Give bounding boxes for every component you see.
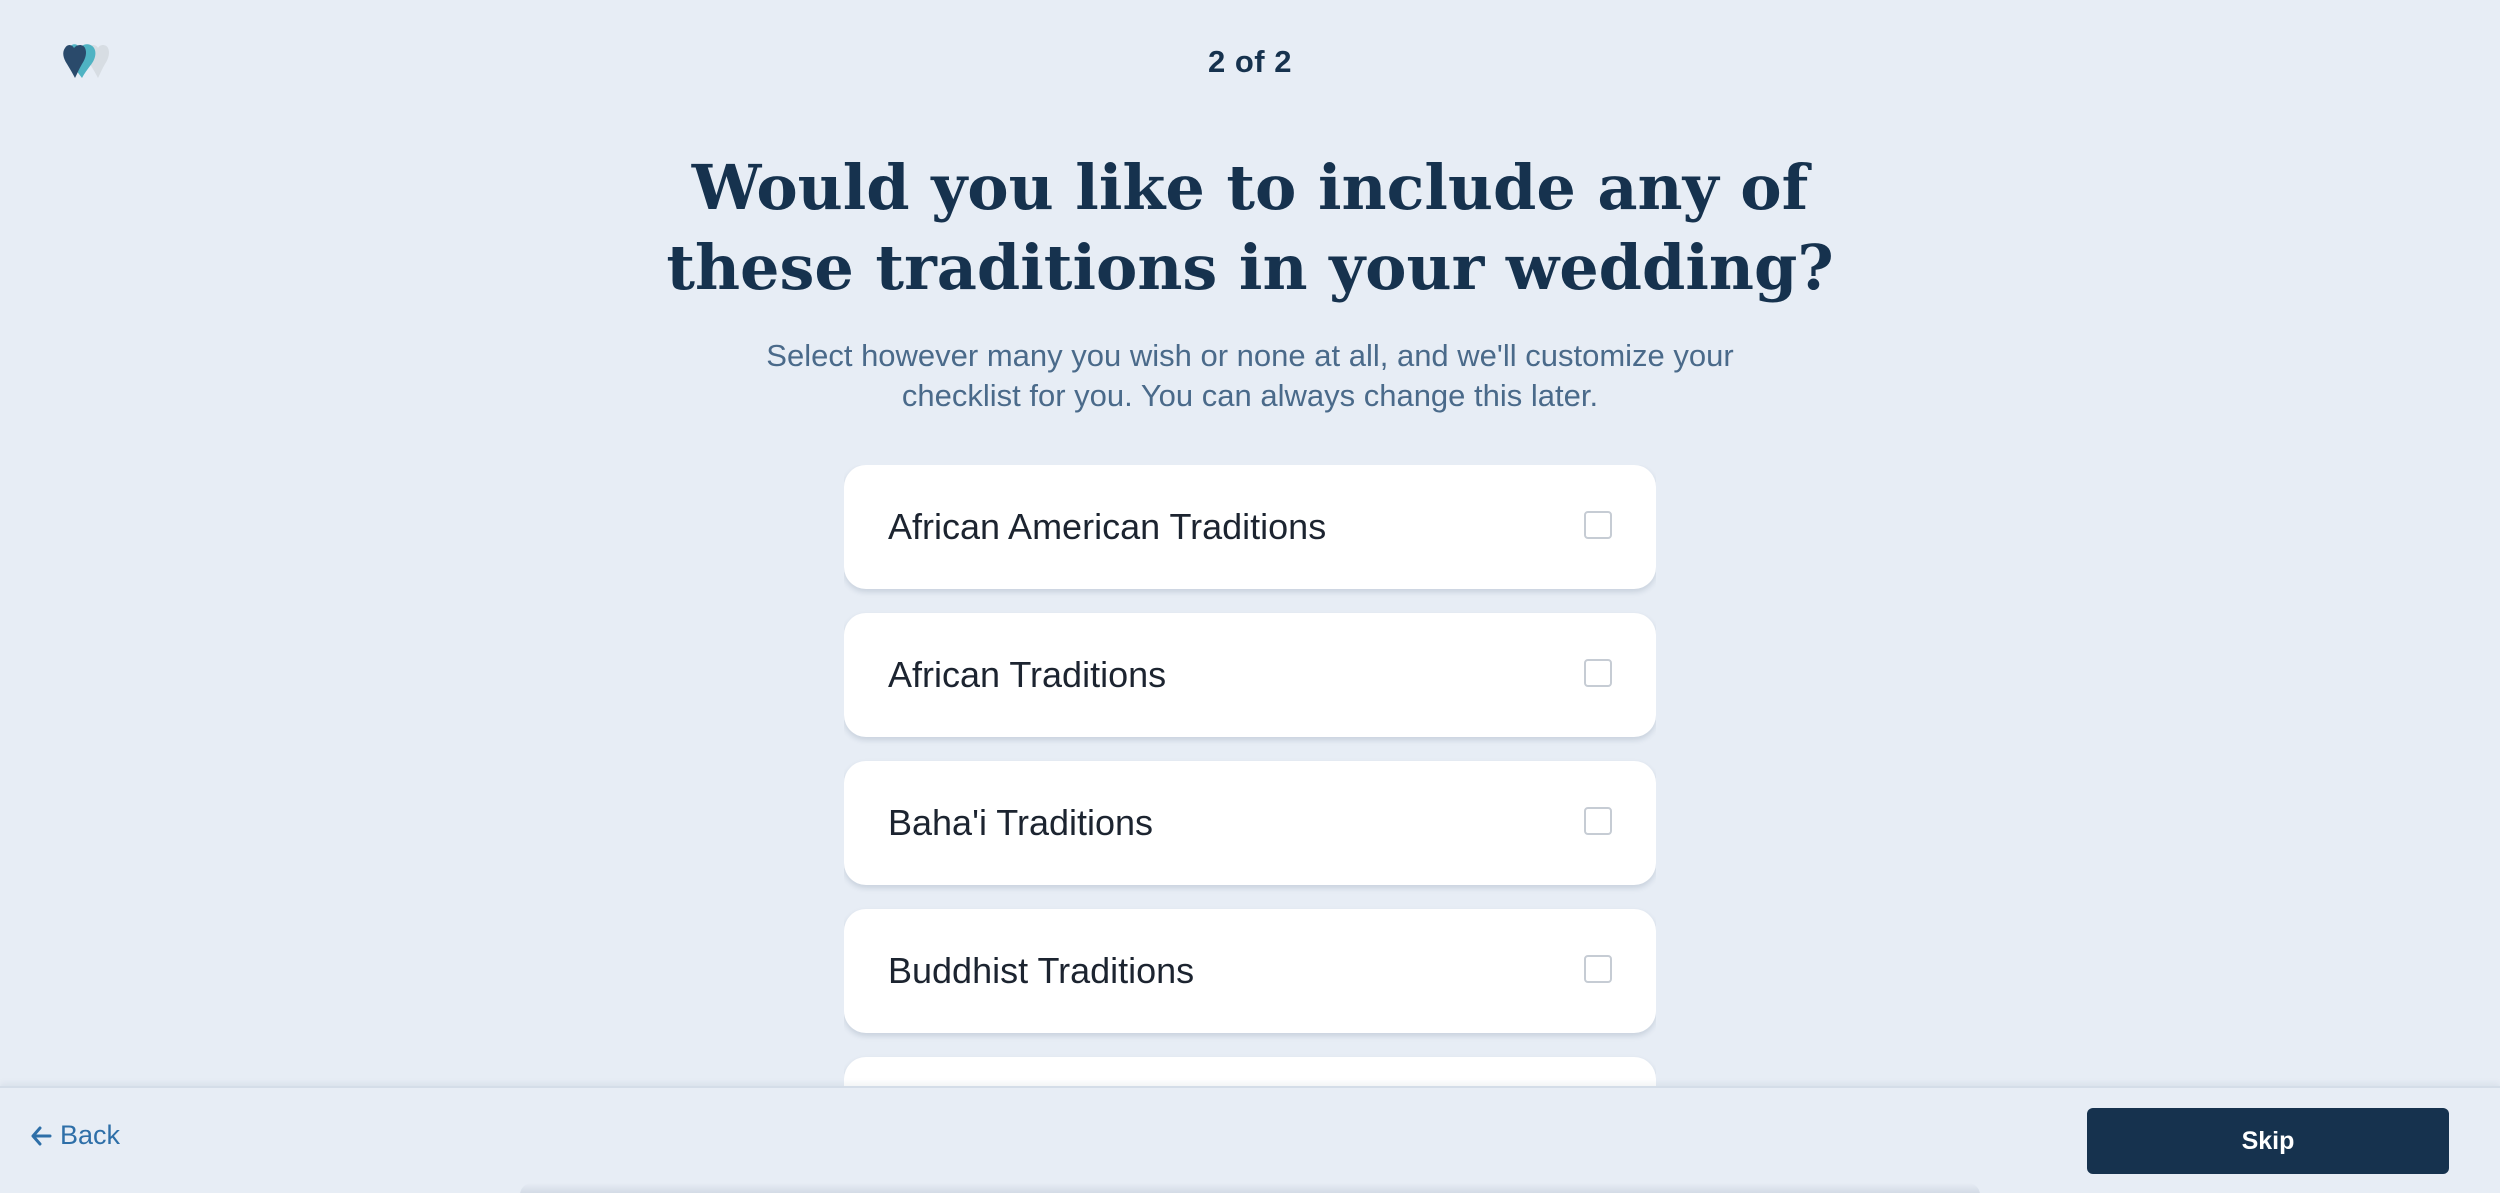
option-label: African American Traditions [888,506,1327,547]
checkbox[interactable] [1584,659,1612,687]
skip-button[interactable]: Skip [2087,1108,2449,1174]
option-label: Buddhist Traditions [888,950,1195,991]
option-label: African Traditions [888,654,1167,695]
progress-indicator: 2 of 2 [1208,44,1292,79]
back-link[interactable]: Back [30,1120,120,1151]
tradition-options-list: African American Traditions African Trad… [844,465,1656,1087]
option-partially-visible[interactable] [844,1057,1656,1087]
option-buddhist-traditions[interactable]: Buddhist Traditions [844,909,1656,1033]
page-subtitle: Select however many you wish or none at … [766,338,1734,413]
checkbox[interactable] [1584,955,1612,983]
arrow-left-icon [31,1126,52,1145]
option-label: Baha'i Traditions [888,802,1154,843]
back-label: Back [60,1120,121,1150]
option-african-american-traditions[interactable]: African American Traditions [844,465,1656,589]
footer-bar: Back Skip [0,1086,2500,1193]
footer-divider [520,1183,1980,1193]
option-african-traditions[interactable]: African Traditions [844,613,1656,737]
page-title: Would you like to include any of these t… [666,151,1834,304]
option-bahai-traditions[interactable]: Baha'i Traditions [844,761,1656,885]
checkbox[interactable] [1584,807,1612,835]
page: 2 of 2 Would you like to include any of … [0,0,2500,1193]
checkbox[interactable] [1584,511,1612,539]
